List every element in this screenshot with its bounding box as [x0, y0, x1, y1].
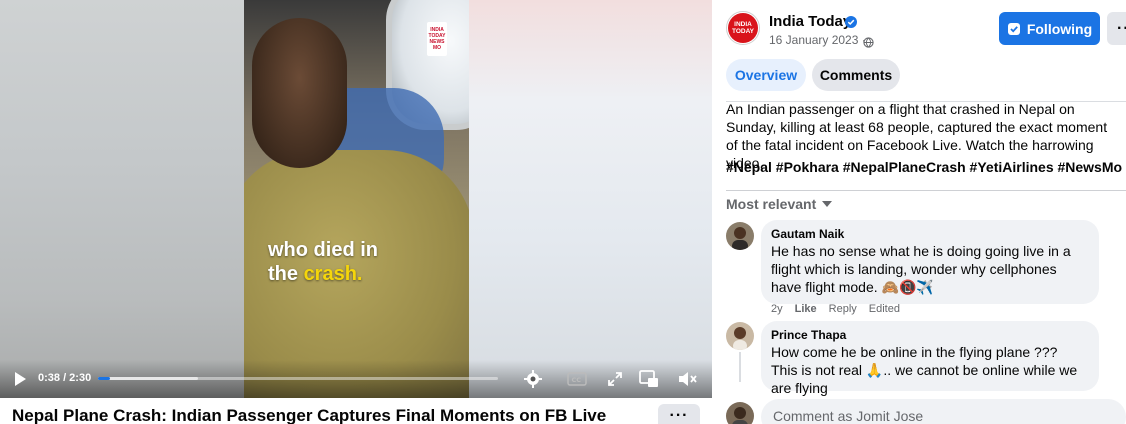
thread-line — [739, 352, 741, 382]
avatar — [726, 402, 754, 424]
video-frame: INDIA TODAY NEWS MO who died in the cras… — [244, 0, 469, 398]
comment-age[interactable]: 2y — [771, 303, 783, 315]
comments-divider — [726, 190, 1126, 191]
svg-text:CC: CC — [572, 376, 582, 384]
post-title-bar: Nepal Plane Crash: Indian Passenger Capt… — [0, 398, 712, 424]
video-caption: who died in the crash. — [268, 238, 378, 286]
play-icon[interactable] — [12, 371, 28, 387]
following-button[interactable]: Following — [999, 12, 1100, 45]
passenger-head — [252, 18, 347, 168]
chevron-down-icon — [822, 201, 833, 207]
post-date[interactable]: 16 January 2023 · — [769, 33, 866, 47]
video-time: 0:38 / 2:30 — [38, 372, 92, 384]
captions-icon[interactable]: CC — [566, 368, 588, 390]
comment-text: He has no sense what he is doing going l… — [771, 243, 1071, 295]
post-more-button[interactable]: ··· — [658, 404, 700, 424]
mute-icon[interactable] — [676, 368, 698, 390]
comment-author[interactable]: Gautam Naik — [771, 226, 1087, 242]
caption-line-2: the — [268, 263, 304, 285]
video-controls: 0:38 / 2:30 CC — [0, 360, 712, 398]
progress-bar[interactable] — [98, 377, 498, 380]
comment-sort-dropdown[interactable]: Most relevant — [726, 196, 833, 212]
caption-line-1: who died in — [268, 239, 378, 261]
comment-actions: 2y Like Reply Edited — [771, 303, 900, 315]
like-button[interactable]: Like — [795, 303, 817, 315]
video-player[interactable]: INDIA TODAY NEWS MO who died in the cras… — [0, 0, 712, 398]
page-avatar[interactable]: INDIA TODAY — [726, 11, 760, 45]
app-root: INDIA TODAY NEWS MO who died in the cras… — [0, 0, 1126, 424]
globe-icon — [863, 35, 874, 48]
avatar[interactable] — [726, 322, 754, 350]
tab-comments[interactable]: Comments — [812, 59, 900, 91]
post-side-panel: INDIA TODAY India Today 16 January 2023 … — [712, 0, 1126, 424]
comment-composer: Comment as Jomit Jose — [726, 396, 1126, 424]
progress-played — [98, 377, 110, 380]
comment-text: How come he be online in the flying plan… — [771, 344, 1078, 396]
comment-author[interactable]: Prince Thapa — [771, 327, 1087, 343]
caption-highlight: crash. — [303, 263, 363, 285]
comment-bubble: Gautam Naik He has no sense what he is d… — [761, 220, 1099, 304]
reply-button[interactable]: Reply — [829, 303, 857, 315]
newsmo-watermark: INDIA TODAY NEWS MO — [427, 22, 447, 56]
post-hashtags[interactable]: #Nepal #Pokhara #NepalPlaneCrash #YetiAi… — [726, 159, 1122, 175]
edited-label[interactable]: Edited — [869, 303, 900, 315]
comment-bubble: Prince Thapa How come he be online in th… — [761, 321, 1099, 396]
post-title: Nepal Plane Crash: Indian Passenger Capt… — [12, 406, 607, 424]
following-check-icon — [1007, 22, 1020, 35]
following-label: Following — [1026, 20, 1093, 37]
progress-buffered — [98, 377, 198, 380]
expand-icon[interactable] — [604, 368, 626, 390]
page-logo: INDIA TODAY — [728, 13, 758, 43]
video-blur-right — [468, 0, 712, 398]
comment-input[interactable]: Comment as Jomit Jose — [761, 399, 1126, 424]
settings-icon[interactable] — [522, 368, 544, 390]
page-more-button[interactable]: ··· — [1107, 12, 1126, 45]
mini-player-icon[interactable] — [638, 368, 660, 390]
verified-badge-icon — [845, 15, 857, 28]
avatar[interactable] — [726, 222, 754, 250]
tab-overview[interactable]: Overview — [726, 59, 806, 91]
sort-label: Most relevant — [726, 196, 817, 212]
page-name[interactable]: India Today — [769, 13, 851, 30]
video-blur-left — [0, 0, 245, 398]
